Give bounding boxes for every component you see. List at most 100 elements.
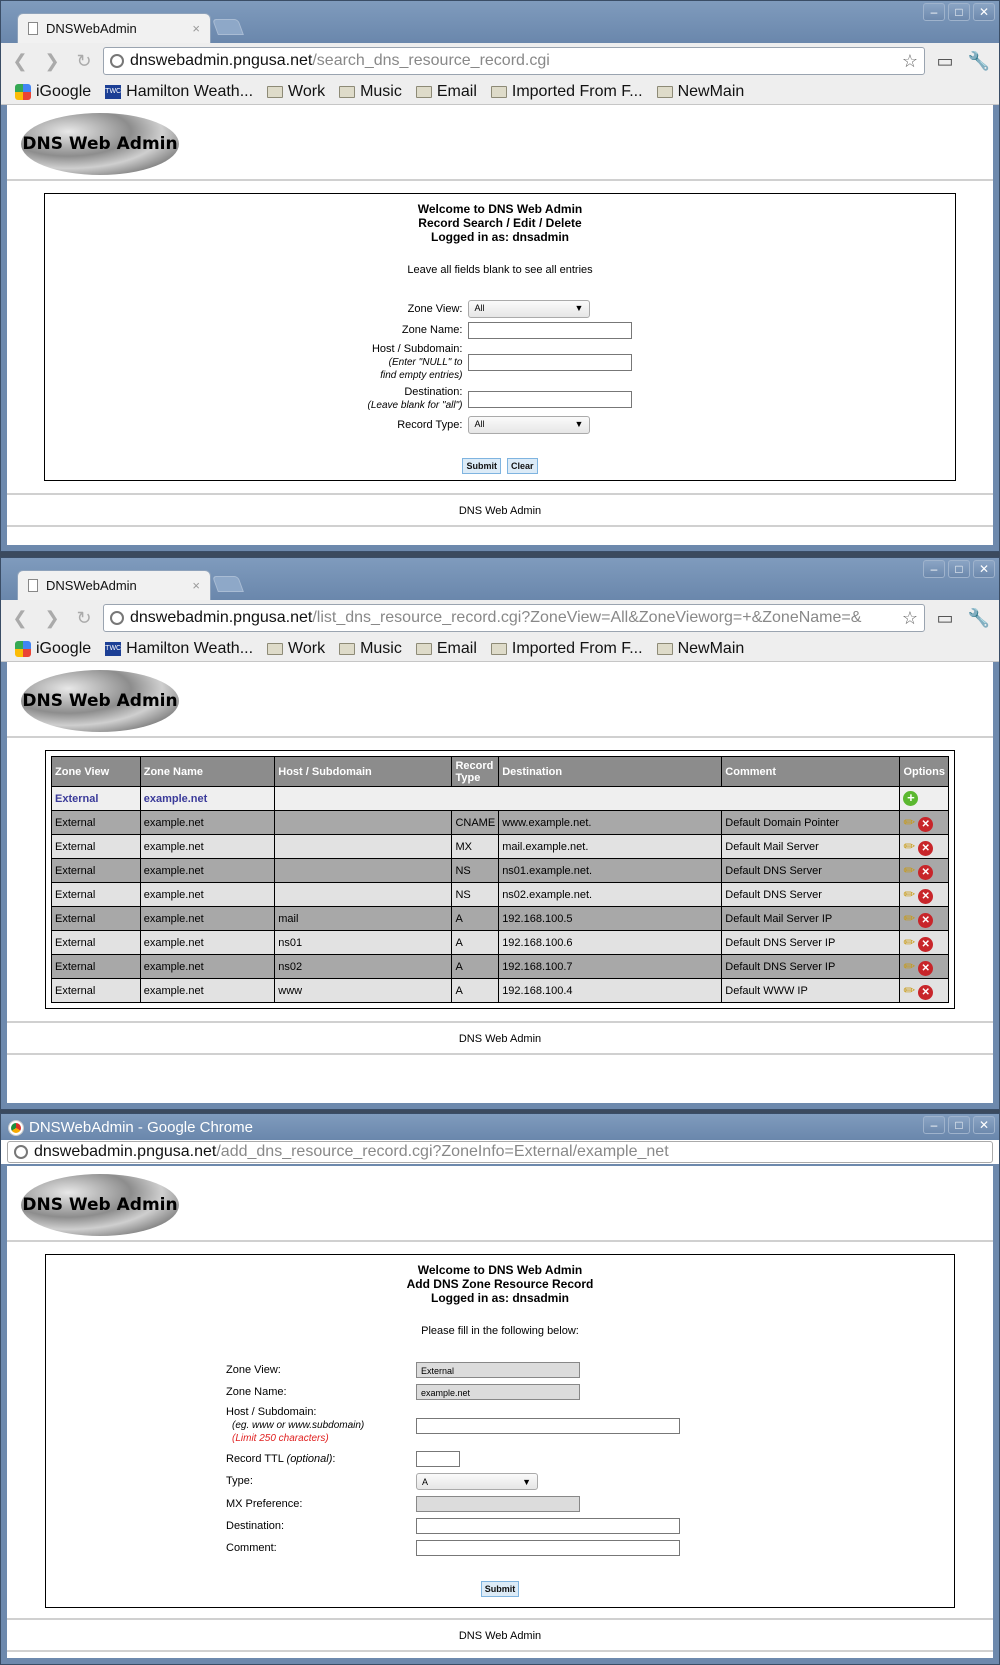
type-select[interactable]: A [416, 1473, 538, 1490]
bookmark-email[interactable]: Email [415, 640, 477, 658]
minimize-icon[interactable]: – [923, 3, 945, 21]
delete-icon[interactable]: ✕ [918, 840, 934, 856]
bookmark-hamilton-weather[interactable]: TWC Hamilton Weath... [105, 83, 253, 101]
mx-preference-input [416, 1496, 580, 1512]
submit-button[interactable]: Submit [480, 1581, 520, 1597]
comment-cell: Default Mail Server IP [721, 906, 901, 931]
bookmark-music[interactable]: Music [339, 83, 402, 101]
close-icon[interactable]: ✕ [973, 3, 995, 21]
wrench-icon[interactable]: 🔧 [965, 51, 993, 72]
maximize-icon[interactable]: □ [948, 1116, 970, 1134]
delete-icon[interactable]: ✕ [918, 960, 934, 976]
edit-pencil-icon[interactable]: ✏ [903, 862, 915, 879]
new-tab-button[interactable] [212, 19, 244, 35]
zone-view-cell: External [51, 978, 141, 1003]
mx-preference-label: MX Preference: [226, 1497, 303, 1510]
zone-view-link[interactable]: External [51, 786, 141, 811]
minimize-icon[interactable]: – [923, 1116, 945, 1134]
close-icon[interactable]: ✕ [973, 1116, 995, 1134]
edit-pencil-icon[interactable]: ✏ [903, 934, 915, 951]
reload-icon[interactable]: ↻ [71, 608, 97, 629]
table-row: External example.net mail A 192.168.100.5 Def… [51, 906, 949, 931]
maximize-icon[interactable]: □ [948, 560, 970, 578]
options-cell: ✏ ✕ [899, 882, 949, 907]
back-icon[interactable]: ❮ [7, 608, 33, 629]
url-host: dnswebadmin.pngusa.net [130, 609, 313, 626]
bookmark-star-icon[interactable]: ☆ [902, 608, 918, 629]
zone-view-cell: External [51, 954, 141, 979]
destination-input[interactable] [416, 1518, 680, 1534]
address-bar[interactable]: dnswebadmin.pngusa.net /add_dns_resource… [7, 1141, 993, 1163]
bookmark-newmain[interactable]: NewMain [656, 83, 744, 101]
delete-icon[interactable]: ✕ [918, 864, 934, 880]
maximize-icon[interactable]: □ [948, 3, 970, 21]
bookmark-imported[interactable]: Imported From F... [490, 83, 643, 101]
page-icon [28, 579, 38, 592]
edit-pencil-icon[interactable]: ✏ [903, 838, 915, 855]
folder-icon [490, 642, 507, 655]
delete-icon[interactable]: ✕ [918, 912, 934, 928]
bookmark-imported[interactable]: Imported From F... [490, 640, 643, 658]
record-type-cell: A [451, 954, 500, 979]
zone-view-select[interactable]: All [468, 300, 591, 318]
comment-input[interactable] [416, 1540, 680, 1556]
bookmark-star-icon[interactable]: ☆ [902, 51, 918, 72]
delete-icon[interactable]: ✕ [918, 936, 934, 952]
record-type-select[interactable]: All [468, 416, 591, 434]
destination-input[interactable] [468, 390, 633, 408]
ttl-input[interactable] [416, 1451, 460, 1467]
forward-icon[interactable]: ❯ [39, 51, 65, 72]
bookmark-email[interactable]: Email [415, 83, 477, 101]
delete-icon[interactable]: ✕ [918, 984, 934, 1000]
zone-name-input[interactable] [468, 322, 633, 339]
clear-button[interactable]: Clear [506, 458, 538, 474]
reload-icon[interactable]: ↻ [71, 51, 97, 72]
browser-tab[interactable]: DNSWebAdmin × [17, 570, 211, 600]
delete-icon[interactable]: ✕ [918, 816, 934, 832]
zone-name-link[interactable]: example.net [139, 786, 276, 811]
page-icon [28, 22, 38, 35]
bookmark-hamilton-weather[interactable]: TWC Hamilton Weath... [105, 640, 253, 658]
submit-button[interactable]: Submit [462, 458, 501, 474]
page-content: DNS Web Admin Welcome to DNS Web Admin R… [7, 105, 993, 545]
close-tab-icon[interactable]: × [192, 578, 200, 593]
browser-tab[interactable]: DNSWebAdmin × [17, 13, 211, 43]
address-row: dnswebadmin.pngusa.net /add_dns_resource… [1, 1140, 999, 1164]
host-cell [274, 834, 453, 859]
edit-pencil-icon[interactable]: ✏ [903, 958, 915, 975]
address-bar[interactable]: dnswebadmin.pngusa.net /list_dns_resourc… [103, 604, 925, 632]
edit-pencil-icon[interactable]: ✏ [903, 910, 915, 927]
table-header-row: Zone View Zone Name Host / Subdomain Rec… [51, 756, 949, 787]
close-tab-icon[interactable]: × [192, 21, 200, 36]
host-input[interactable] [468, 354, 633, 371]
twc-icon: TWC [105, 84, 122, 99]
options-cell: ✏ ✕ [899, 858, 949, 883]
forward-icon[interactable]: ❯ [39, 608, 65, 629]
edit-pencil-icon[interactable]: ✏ [903, 814, 915, 831]
host-input[interactable] [416, 1417, 680, 1434]
col-host: Host / Subdomain [274, 756, 453, 787]
page-menu-icon[interactable]: ▭ [931, 608, 959, 629]
minimize-icon[interactable]: – [923, 560, 945, 578]
bookmark-work[interactable]: Work [267, 83, 325, 101]
address-bar[interactable]: dnswebadmin.pngusa.net /search_dns_resou… [103, 47, 925, 75]
wrench-icon[interactable]: 🔧 [965, 608, 993, 629]
back-icon[interactable]: ❮ [7, 51, 33, 72]
table-row: External example.net www A 192.168.100.4 Defa… [51, 978, 949, 1003]
edit-pencil-icon[interactable]: ✏ [903, 886, 915, 903]
edit-pencil-icon[interactable]: ✏ [903, 982, 915, 999]
bookmark-igoogle[interactable]: iGoogle [15, 640, 91, 658]
bookmark-work[interactable]: Work [267, 640, 325, 658]
url-host: dnswebadmin.pngusa.net [34, 1143, 217, 1160]
add-record-icon[interactable]: + [903, 791, 919, 806]
page-menu-icon[interactable]: ▭ [931, 51, 959, 72]
close-icon[interactable]: ✕ [973, 560, 995, 578]
bookmark-music[interactable]: Music [339, 640, 402, 658]
zone-view-label: Zone View: [407, 302, 463, 315]
bookmark-igoogle[interactable]: iGoogle [15, 83, 91, 101]
bookmark-newmain[interactable]: NewMain [656, 640, 744, 658]
header-banner: DNS Web Admin [7, 662, 993, 738]
new-tab-button[interactable] [212, 576, 244, 592]
delete-icon[interactable]: ✕ [918, 888, 934, 904]
col-comment: Comment [721, 756, 901, 787]
